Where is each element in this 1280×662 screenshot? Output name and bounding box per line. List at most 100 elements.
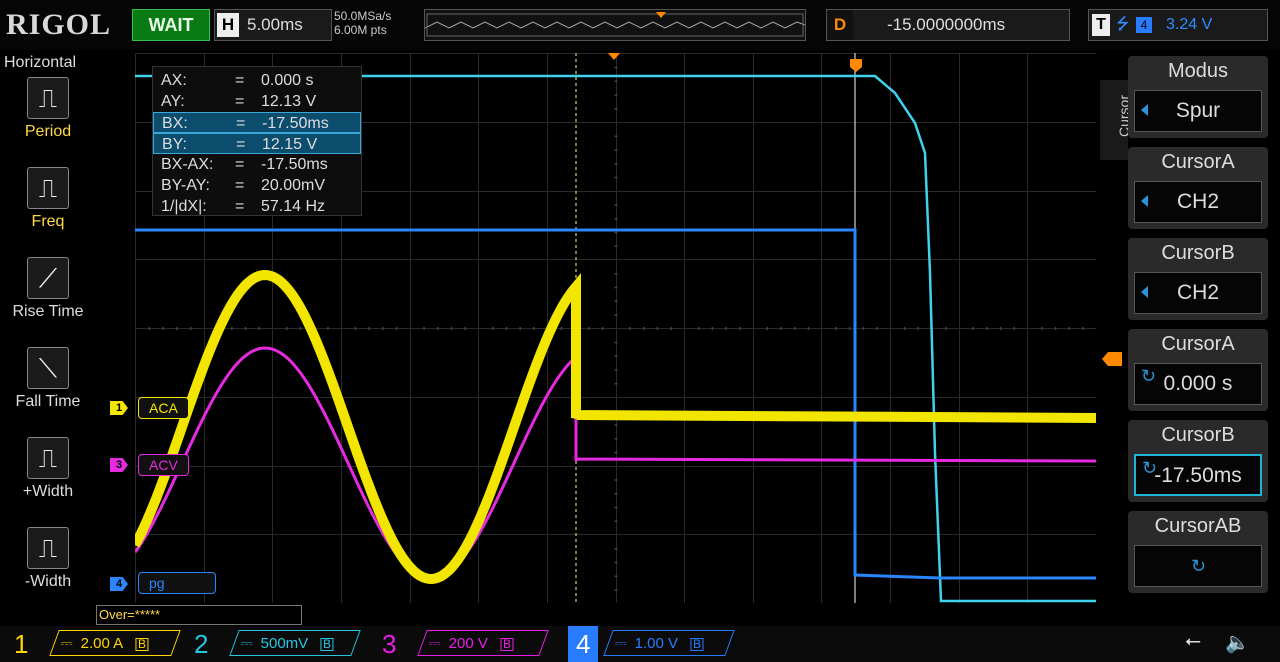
measure-item-width[interactable]: ⎍ +Width bbox=[0, 437, 96, 501]
readout-key: AX: bbox=[161, 72, 187, 89]
softkey-cursora-1[interactable]: CursorA CH2 bbox=[1128, 147, 1268, 229]
readout-equals: = bbox=[235, 156, 245, 173]
freq-icon: ⎍ bbox=[27, 167, 69, 209]
channel-2-tab[interactable]: 2 ⎓ 500mV B bbox=[186, 626, 364, 662]
brand-logo: RIGOL bbox=[6, 8, 112, 41]
ch3-waveform bbox=[135, 346, 1096, 580]
softkey-header: CursorB bbox=[1161, 242, 1235, 264]
ch4-marker[interactable]: 4 bbox=[110, 577, 128, 591]
bandwidth-limit-icon: B bbox=[320, 637, 334, 651]
ch3-label: ACV bbox=[138, 454, 189, 476]
ch1-marker[interactable]: 1 bbox=[110, 401, 128, 415]
channel-scale: ⎓ 200 V B bbox=[417, 630, 549, 656]
trigger-position-icon bbox=[656, 12, 666, 18]
channel-4-tab[interactable]: 4 ⎓ 1.00 V B bbox=[560, 626, 738, 662]
sample-rate: 50.0MSa/s bbox=[334, 9, 392, 23]
measure-item-freq[interactable]: ⎍ Freq bbox=[0, 167, 96, 231]
cursor-readout-row: BY-AY: = 20.00mV bbox=[153, 175, 361, 196]
readout-key: BY: bbox=[162, 136, 187, 153]
memory-position-bar[interactable] bbox=[424, 9, 806, 41]
softkey-value-text: CH2 bbox=[1176, 281, 1219, 304]
softkey-value-text: -17.50ms bbox=[1154, 464, 1242, 487]
channel-scale-text: 1.00 V bbox=[634, 635, 679, 652]
softkey-value: ↻ 0.000 s bbox=[1134, 363, 1262, 405]
channel-scale: ⎓ 1.00 V B bbox=[603, 630, 735, 656]
pos-width-icon: ⎍ bbox=[27, 437, 69, 479]
measure-item-label: Period bbox=[24, 123, 72, 140]
readout-equals: = bbox=[235, 198, 245, 215]
menu-arrow-icon bbox=[1141, 104, 1148, 116]
horizontal-key: H bbox=[217, 13, 239, 37]
speaker-icon[interactable]: 🔈 bbox=[1225, 630, 1250, 655]
trigger-display[interactable]: T ⭍ 4 3.24 V bbox=[1088, 9, 1268, 41]
coupling-icon: ⎓ bbox=[428, 635, 441, 652]
channel-number: 4 bbox=[568, 626, 599, 662]
trigger-level: 3.24 V bbox=[1166, 16, 1213, 33]
menu-arrow-icon bbox=[1141, 286, 1148, 298]
softkey-value-text: 0.000 s bbox=[1163, 372, 1233, 395]
trigger-marker-icon bbox=[608, 53, 620, 60]
channel-1-tab[interactable]: 1 ⎓ 2.00 A B bbox=[6, 626, 184, 662]
overflow-indicator: Over=***** bbox=[96, 605, 302, 625]
bandwidth-limit-icon: B bbox=[690, 637, 704, 651]
period-icon: ⎍ bbox=[27, 77, 69, 119]
cursor-readout-row: 1/|dX|: = 57.14 Hz bbox=[153, 196, 361, 217]
coupling-icon: ⎓ bbox=[60, 635, 73, 652]
readout-key: 1/|dX|: bbox=[161, 198, 207, 215]
measure-item-fall-time[interactable]: ⟍ Fall Time bbox=[0, 347, 96, 411]
softkey-value-text: Spur bbox=[1175, 99, 1221, 122]
trigger-source-icon: 4 bbox=[1136, 17, 1152, 33]
readout-key: BX-AX: bbox=[161, 156, 214, 173]
readout-value: -17.50ms bbox=[262, 115, 329, 132]
softkey-header: Modus bbox=[1167, 60, 1229, 82]
channel-scale-text: 2.00 A bbox=[80, 635, 124, 652]
readout-equals: = bbox=[236, 136, 246, 153]
softkey-cursorab-5[interactable]: CursorAB ↻ bbox=[1128, 511, 1268, 593]
coupling-icon: ⎓ bbox=[614, 635, 627, 652]
timebase-value: 5.00ms bbox=[247, 15, 303, 34]
bandwidth-limit-icon: B bbox=[135, 637, 149, 651]
softkey-value: CH2 bbox=[1134, 272, 1262, 314]
cursor-readout-row: AY: = 12.13 V bbox=[153, 91, 361, 112]
bandwidth-limit-icon: B bbox=[499, 637, 513, 651]
measure-item-width[interactable]: ⎍ -Width bbox=[0, 527, 96, 591]
rotate-knob-icon: ↻ bbox=[1141, 366, 1157, 386]
readout-equals: = bbox=[235, 177, 245, 194]
ch1-label: ACA bbox=[138, 397, 189, 419]
softkey-cursora-3[interactable]: CursorA ↻ 0.000 s bbox=[1128, 329, 1268, 411]
softkey-header: CursorAB bbox=[1154, 515, 1242, 537]
ch1-waveform bbox=[135, 269, 1096, 585]
channel-number: 3 bbox=[382, 629, 397, 659]
readout-equals: = bbox=[235, 93, 245, 110]
measure-item-label: Fall Time bbox=[15, 393, 81, 410]
sample-rate-info: 50.0MSa/s 6.00M pts bbox=[334, 9, 420, 41]
softkey-modus-0[interactable]: Modus Spur bbox=[1128, 56, 1268, 138]
channel-number: 2 bbox=[194, 629, 209, 659]
ch3-marker[interactable]: 3 bbox=[110, 458, 128, 472]
measure-item-label: Freq bbox=[31, 213, 65, 230]
channel-scale-text: 200 V bbox=[448, 635, 488, 652]
measure-item-label: Rise Time bbox=[12, 303, 84, 320]
measure-item-period[interactable]: ⎍ Period bbox=[0, 77, 96, 141]
channel-scale: ⎓ 500mV B bbox=[229, 630, 361, 656]
readout-value: 12.15 V bbox=[262, 136, 318, 153]
softkey-cursorb-2[interactable]: CursorB CH2 bbox=[1128, 238, 1268, 320]
ch4-label: pg bbox=[138, 572, 216, 594]
acquisition-status[interactable]: WAIT bbox=[132, 9, 210, 41]
coupling-icon: ⎓ bbox=[240, 635, 253, 652]
measure-item-label: -Width bbox=[24, 573, 72, 590]
delay-key: D bbox=[827, 10, 853, 40]
measure-item-rise-time[interactable]: ⟋ Rise Time bbox=[0, 257, 96, 321]
trigger-key: T bbox=[1092, 14, 1110, 36]
softkey-cursorb-4[interactable]: CursorB ↻ -17.50ms bbox=[1128, 420, 1268, 502]
readout-key: BY-AY: bbox=[161, 177, 210, 194]
softkey-value: CH2 bbox=[1134, 181, 1262, 223]
readout-value: 57.14 Hz bbox=[261, 198, 326, 215]
softkey-value: ↻ bbox=[1134, 545, 1262, 587]
cursor-readout: AX: = 0.000 s AY: = 12.13 V BX: = -17.50ms BY: = 12… bbox=[152, 66, 362, 216]
measurement-menu: ⎍ Period ⎍ Freq ⟋ Rise Time ⟍ Fall Time ⎍ +Width ⎍… bbox=[0, 50, 96, 610]
channel-3-tab[interactable]: 3 ⎓ 200 V B bbox=[374, 626, 552, 662]
cursor-readout-row: BX: = -17.50ms bbox=[153, 112, 361, 133]
horizontal-timebase[interactable]: H 5.00ms bbox=[214, 9, 332, 41]
delay-display[interactable]: D -15.0000000ms bbox=[826, 9, 1070, 41]
